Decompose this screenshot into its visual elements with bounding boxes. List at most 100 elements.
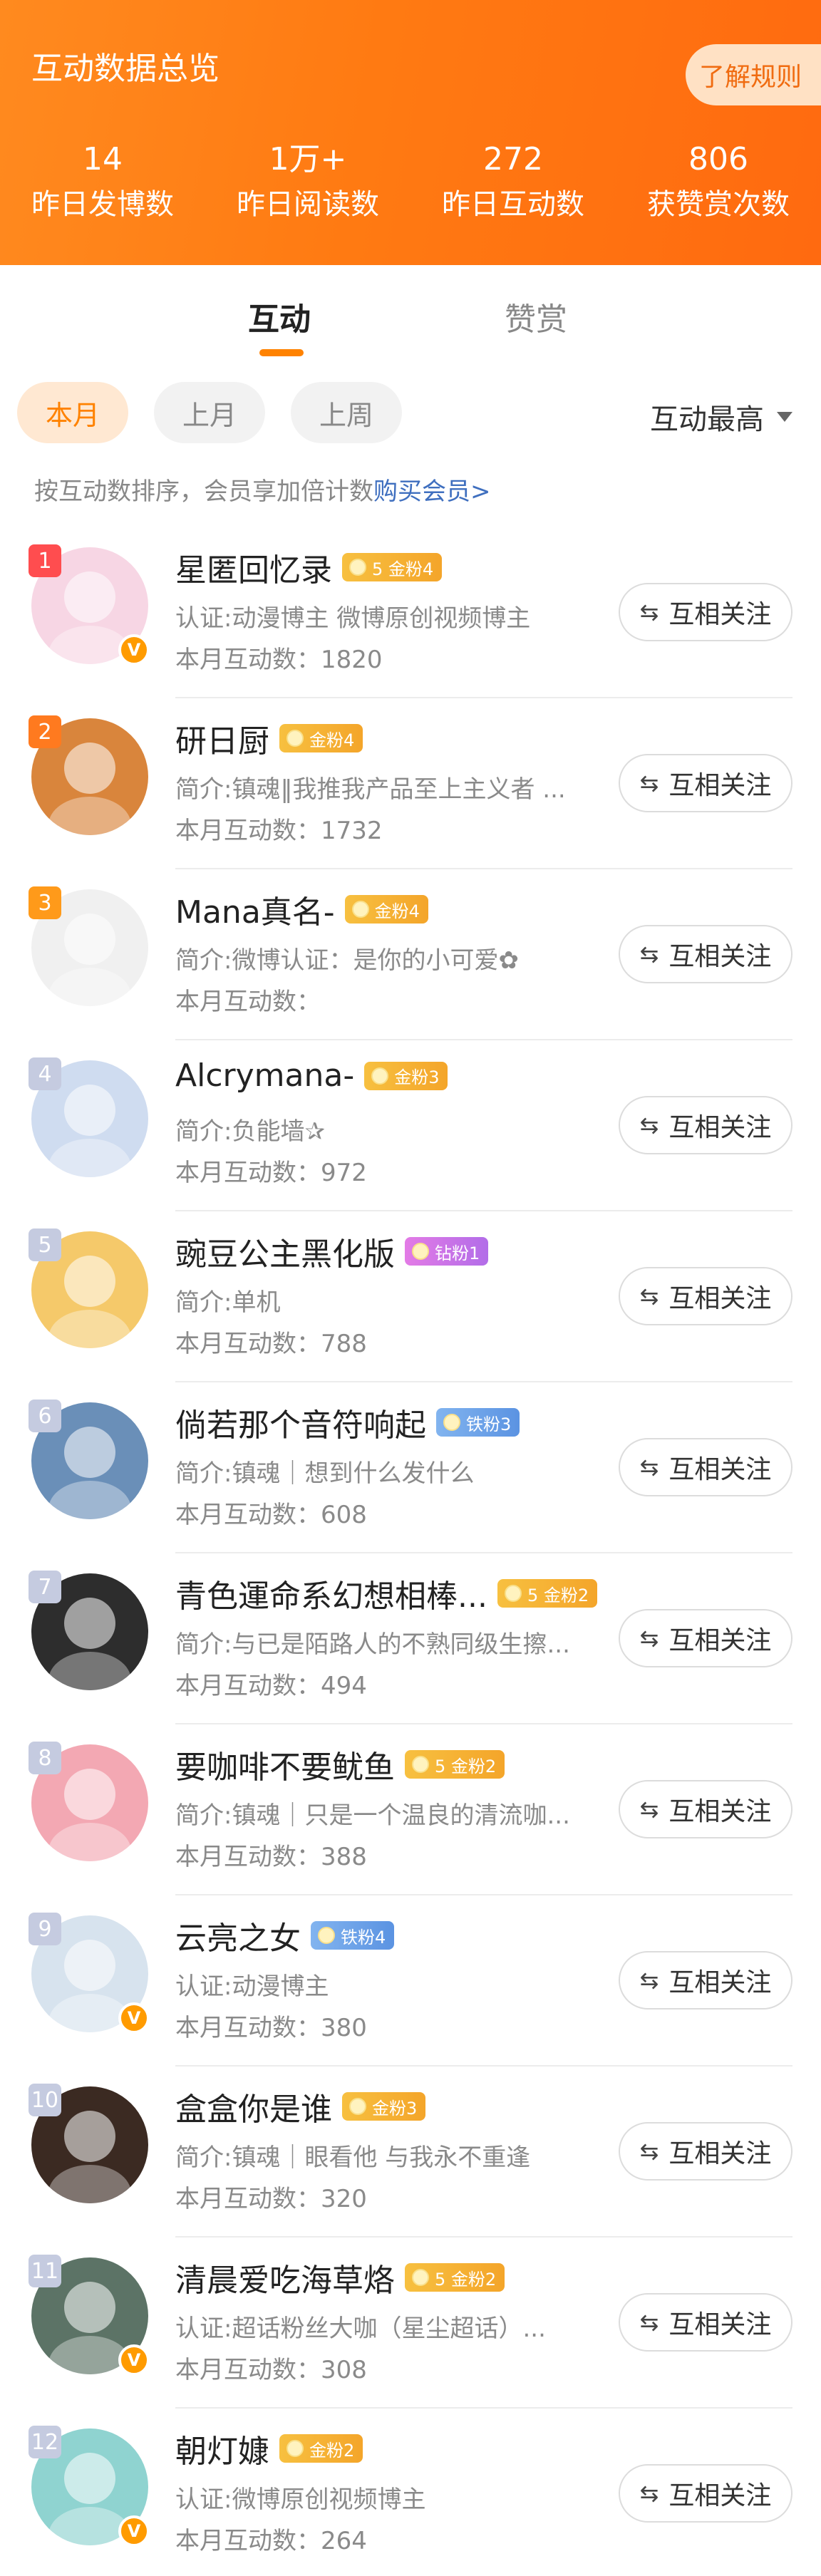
- mutual-follow-icon: ⇆: [639, 1283, 659, 1310]
- fan-badge-icon: [349, 559, 366, 576]
- verified-icon: V: [118, 2344, 150, 2376]
- rank-badge: 9: [29, 1913, 61, 1945]
- interaction-count: 本月互动数：1732: [175, 817, 383, 845]
- list-item[interactable]: 1 V 星匿回忆录 5 金粉4 认证:动漫博主 微博原创视频博主 本月互动数：1820 ⇆ 互…: [0, 527, 821, 698]
- mutual-follow-button[interactable]: ⇆ 互相关注: [619, 1609, 792, 1667]
- name-row: 倘若那个音符响起 铁粉3: [175, 1400, 520, 1445]
- fan-level-badge: 金粉3: [364, 1061, 448, 1090]
- user-name[interactable]: 星匿回忆录: [175, 544, 332, 590]
- fan-level-badge: 金粉3: [342, 2092, 426, 2121]
- follow-label: 互相关注: [668, 942, 772, 971]
- mutual-follow-button[interactable]: ⇆ 互相关注: [619, 1780, 792, 1838]
- fan-level-label: 金粉3: [372, 2098, 418, 2119]
- rank-badge: 10: [29, 2084, 61, 2116]
- mutual-follow-button[interactable]: ⇆ 互相关注: [619, 1438, 792, 1496]
- list-item[interactable]: 8 要咖啡不要鱿鱼 5 金粉2 简介:镇魂｜只是一个温良的清流咖... 本月互动数：38…: [0, 1724, 821, 1895]
- mutual-follow-button[interactable]: ⇆ 互相关注: [619, 2293, 792, 2352]
- user-name[interactable]: 朝灯嫝: [175, 2426, 269, 2471]
- fan-level-badge: 钻粉1: [405, 1237, 489, 1266]
- stat-label: 获赞赏次数: [647, 188, 790, 221]
- user-name[interactable]: 倘若那个音符响起: [175, 1400, 426, 1445]
- mutual-follow-icon: ⇆: [639, 2480, 659, 2507]
- follow-label: 互相关注: [668, 2481, 772, 2510]
- mutual-follow-button[interactable]: ⇆ 互相关注: [619, 1267, 792, 1325]
- list-item[interactable]: 11 V 清晨爱吃海草烙 5 金粉2 认证:超话粉丝大咖（星尘超话）... 本月互动数：3…: [0, 2238, 821, 2409]
- interaction-count: 本月互动数：: [175, 988, 321, 1016]
- fan-level-badge: 5 金粉4: [342, 553, 443, 581]
- user-description: 简介:镇魂｜只是一个温良的清流咖...: [175, 1801, 570, 1830]
- tab-reward[interactable]: 赞赏: [505, 294, 567, 339]
- list-item[interactable]: 9 V 云亮之女 铁粉4 认证:动漫博主 本月互动数：380 ⇆ 互相关注: [0, 1895, 821, 2067]
- list-item[interactable]: 7 青色運命系幻想相棒... 5 金粉2 简介:与已是陌路人的不熟同级生擦... 本月互…: [0, 1553, 821, 1724]
- fan-level-label: 金粉4: [309, 730, 355, 750]
- mutual-follow-button[interactable]: ⇆ 互相关注: [619, 1951, 792, 2009]
- mutual-follow-button[interactable]: ⇆ 互相关注: [619, 2464, 792, 2523]
- user-name[interactable]: 云亮之女: [175, 1913, 301, 1958]
- fan-level-badge: 5 金粉2: [405, 2263, 505, 2292]
- interaction-count: 本月互动数：264: [175, 2527, 367, 2555]
- mutual-follow-button[interactable]: ⇆ 互相关注: [619, 583, 792, 641]
- user-name[interactable]: 要咖啡不要鱿鱼: [175, 1742, 395, 1787]
- filter-last-week[interactable]: 上周: [291, 382, 403, 443]
- verified-icon: V: [118, 634, 150, 666]
- follow-label: 互相关注: [668, 1455, 772, 1484]
- sort-dropdown[interactable]: 互动最高: [650, 396, 792, 438]
- user-name[interactable]: 研日厨: [175, 715, 269, 761]
- rank-badge: 1: [29, 544, 61, 577]
- tab-active-indicator: [259, 349, 304, 356]
- rules-button[interactable]: 了解规则: [686, 44, 821, 105]
- mutual-follow-button[interactable]: ⇆ 互相关注: [619, 2122, 792, 2181]
- user-description: 简介:镇魂‖我推我产品至上主义者 ...: [175, 775, 566, 804]
- list-item[interactable]: 4 Alcrymana- 金粉3 简介:负能墙✰ 本月互动数：972 ⇆ 互相关注: [0, 1040, 821, 1211]
- interaction-count: 本月互动数：608: [175, 1501, 367, 1529]
- mutual-follow-button[interactable]: ⇆ 互相关注: [619, 754, 792, 812]
- rank-badge: 7: [29, 1571, 61, 1603]
- follow-label: 互相关注: [668, 1113, 772, 1142]
- mutual-follow-icon: ⇆: [639, 599, 659, 626]
- user-description: 认证:超话粉丝大咖（星尘超话）...: [175, 2314, 546, 2343]
- sort-label: 互动最高: [650, 403, 764, 436]
- stats-row: 14 昨日发博数 1万+ 昨日阅读数 272 昨日互动数 806 获赞赏次数: [0, 140, 821, 232]
- user-name[interactable]: Mana真名-: [175, 886, 335, 932]
- fan-level-badge: 金粉4: [344, 895, 428, 924]
- stat-value: 14: [83, 141, 123, 177]
- list-item[interactable]: 12 V 朝灯嫝 金粉2 认证:微博原创视频博主 本月互动数：264 ⇆ 互相关注: [0, 2409, 821, 2576]
- user-name[interactable]: 盒盒你是谁: [175, 2084, 332, 2129]
- interaction-count: 本月互动数：494: [175, 1672, 367, 1700]
- fan-badge-icon: [504, 1585, 522, 1602]
- mutual-follow-icon: ⇆: [639, 1454, 659, 1481]
- list-item[interactable]: 6 倘若那个音符响起 铁粉3 简介:镇魂｜想到什么发什么 本月互动数：608 ⇆ 互相关注: [0, 1382, 821, 1553]
- interaction-count: 本月互动数：308: [175, 2356, 367, 2384]
- user-description: 简介:镇魂｜眼看他 与我永不重逢: [175, 2143, 531, 2172]
- rank-badge: 8: [29, 1742, 61, 1774]
- mutual-follow-button[interactable]: ⇆ 互相关注: [619, 1096, 792, 1154]
- name-row: 研日厨 金粉4: [175, 715, 363, 761]
- user-name[interactable]: 豌豆公主黑化版: [175, 1228, 395, 1274]
- follow-label: 互相关注: [668, 1797, 772, 1826]
- stat-value: 1万+: [269, 141, 347, 177]
- name-row: Alcrymana- 金粉3: [175, 1057, 448, 1094]
- fan-level-label: 5 金粉2: [435, 1756, 497, 1776]
- filter-this-month[interactable]: 本月: [17, 382, 129, 443]
- rank-badge: 3: [29, 886, 61, 919]
- filter-last-month[interactable]: 上月: [154, 382, 266, 443]
- list-item[interactable]: 10 盒盒你是谁 金粉3 简介:镇魂｜眼看他 与我永不重逢 本月互动数：320 ⇆ 互相关注: [0, 2067, 821, 2238]
- buy-membership-link[interactable]: 购买会员>: [373, 477, 491, 506]
- mutual-follow-icon: ⇆: [639, 1112, 659, 1139]
- list-item[interactable]: 3 Mana真名- 金粉4 简介:微博认证：是你的小可爱✿ 本月互动数： ⇆ 互相关注: [0, 869, 821, 1040]
- mutual-follow-icon: ⇆: [639, 1796, 659, 1823]
- tab-bar: 互动 赞赏: [0, 265, 821, 365]
- user-name[interactable]: Alcrymana-: [175, 1057, 354, 1094]
- mutual-follow-button[interactable]: ⇆ 互相关注: [619, 925, 792, 983]
- fan-level-badge: 5 金粉2: [405, 1750, 505, 1779]
- tab-interaction[interactable]: 互动: [248, 294, 311, 339]
- fan-level-badge: 5 金粉2: [497, 1579, 598, 1608]
- name-row: 云亮之女 铁粉4: [175, 1913, 395, 1958]
- fan-level-label: 金粉4: [374, 901, 420, 921]
- chevron-down-icon: [777, 412, 792, 422]
- list-item[interactable]: 2 研日厨 金粉4 简介:镇魂‖我推我产品至上主义者 ... 本月互动数：1732 ⇆ 互相…: [0, 698, 821, 869]
- user-name[interactable]: 青色運命系幻想相棒...: [175, 1571, 487, 1616]
- list-item[interactable]: 5 豌豆公主黑化版 钻粉1 简介:单机 本月互动数：788 ⇆ 互相关注: [0, 1211, 821, 1382]
- stat-item: 806 获赞赏次数: [616, 140, 821, 232]
- user-name[interactable]: 清晨爱吃海草烙: [175, 2255, 395, 2300]
